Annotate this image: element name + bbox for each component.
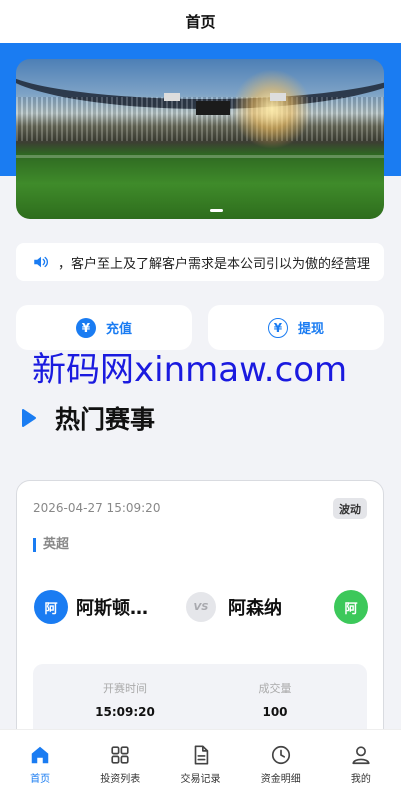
tab-profile[interactable]: 我的: [321, 730, 401, 788]
away-team-name: 阿森纳: [228, 598, 282, 619]
floodlight-right: [270, 93, 286, 101]
tab-trade-records[interactable]: 交易记录: [160, 730, 240, 788]
tab-label: 资金明细: [260, 774, 301, 785]
tab-fund-details[interactable]: 资金明细: [241, 730, 321, 788]
home-team-name: 阿斯顿…: [76, 598, 148, 619]
pitch-line: [16, 155, 384, 158]
yuan-coin-outline-icon: ¥: [267, 317, 288, 338]
info-value: 100: [262, 705, 288, 719]
tab-investment-list[interactable]: 投资列表: [80, 730, 160, 788]
floodlight-left: [164, 93, 180, 101]
match-card[interactable]: 2026-04-27 15:09:20 波动 英超 阿 阿斯顿… VS 阿森纳 …: [16, 480, 384, 760]
withdraw-label: 提现: [297, 322, 324, 337]
recharge-label: 充值: [105, 322, 132, 337]
info-volume: 成交量 100: [205, 680, 345, 719]
tab-label: 首页: [30, 774, 51, 785]
home-team-badge: 阿: [34, 590, 68, 624]
info-label: 开赛时间: [103, 682, 147, 695]
notice-bar[interactable]: ，客户至上及了解客户需求是本公司引以为傲的经营理: [16, 243, 384, 281]
status-badge: 波动: [333, 498, 367, 519]
banner-carousel[interactable]: [16, 59, 384, 219]
away-team-badge: 阿: [334, 590, 368, 624]
tab-label: 投资列表: [100, 774, 141, 785]
notice-text: ，客户至上及了解客户需求是本公司引以为傲的经营理: [58, 256, 371, 272]
tab-label: 交易记录: [180, 774, 221, 785]
versus-badge: VS: [186, 592, 216, 622]
user-icon: [352, 746, 370, 765]
info-value: 15:09:20: [95, 705, 155, 719]
match-datetime: 2026-04-27 15:09:20: [33, 501, 161, 515]
info-label: 成交量: [258, 682, 292, 695]
yuan-coin-icon: ¥: [75, 317, 96, 338]
bottom-tab-bar: 首页 投资列表 交易记录 资金明细 我的: [0, 729, 401, 788]
section-title: 热门赛事: [55, 405, 156, 434]
clock-icon: [271, 745, 290, 765]
speaker-icon: [34, 256, 49, 268]
info-start-time: 开赛时间 15:09:20: [55, 680, 195, 719]
tab-label: 我的: [350, 774, 371, 785]
home-icon: [31, 746, 49, 764]
sun-glow: [232, 69, 312, 149]
tab-home[interactable]: 首页: [0, 730, 80, 788]
watermark-text: 新码网xinmaw.com: [32, 350, 348, 390]
section-marker-icon: [22, 409, 36, 427]
carousel-indicator[interactable]: [210, 209, 223, 212]
grid-icon: [111, 746, 129, 764]
league-label: 英超: [33, 538, 69, 552]
scoreboard: [196, 101, 230, 115]
document-icon: [194, 745, 208, 765]
page-title: 首页: [0, 0, 401, 43]
